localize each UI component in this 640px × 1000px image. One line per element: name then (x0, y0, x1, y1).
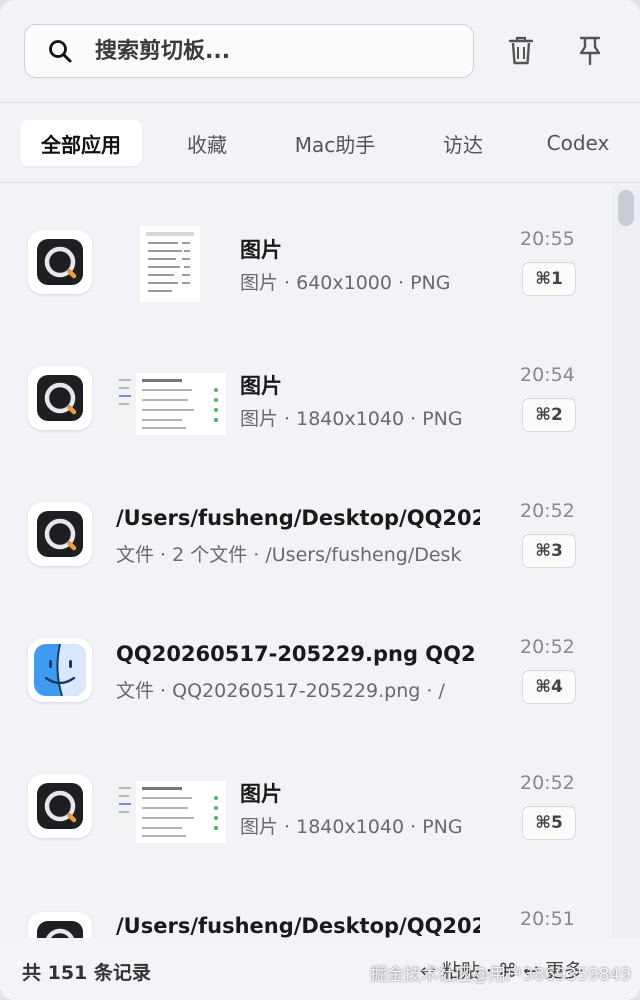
record-count: 共 151 条记录 (22, 962, 151, 984)
item-time: 20:55 (520, 228, 575, 250)
clipboard-list: 图片 图片 · 640x1000 · PNG 20:55 ⌘1 图片 图片 · … (0, 186, 610, 938)
watermark-text: 掘金技术社区@用户3869359849 (370, 965, 632, 985)
item-subtitle: 文件 · QQ20260517-205229.png · / (116, 680, 445, 702)
item-title: 图片 (240, 238, 282, 262)
clear-button[interactable] (505, 34, 537, 70)
shortcut-badge: ⌘1 (522, 262, 576, 296)
item-time: 20:52 (520, 500, 575, 522)
clipboard-panel: 全部应用 收藏 Mac助手 访达 Codex (0, 0, 640, 1000)
tab-favorites[interactable]: 收藏 (142, 120, 272, 166)
tab-codex[interactable]: Codex (528, 120, 628, 166)
search-icon (47, 38, 73, 64)
shortcut-badge: ⌘4 (522, 670, 576, 704)
item-subtitle: 图片 · 1840x1040 · PNG (240, 408, 463, 430)
scrollbar-thumb[interactable] (618, 190, 634, 226)
tab-finder[interactable]: 访达 (398, 120, 528, 166)
clipboard-item[interactable]: QQ20260517-205229.png QQ2 文件 · QQ2026051… (0, 604, 610, 740)
item-title: 图片 (240, 782, 282, 806)
item-title: 图片 (240, 374, 282, 398)
trash-icon (506, 34, 536, 70)
shortcut-badge: ⌘2 (522, 398, 576, 432)
item-title: QQ20260517-205229.png QQ2 (116, 642, 476, 666)
item-time: 20:51 (520, 908, 575, 930)
item-subtitle: 图片 · 640x1000 · PNG (240, 272, 451, 294)
clipboard-item[interactable]: 图片 图片 · 1840x1040 · PNG 20:54 ⌘2 (0, 332, 610, 468)
screenshot-thumbnail-wide (116, 366, 226, 442)
header-divider (0, 102, 640, 103)
item-title: /Users/fusheng/Desktop/QQ2026 (116, 506, 480, 530)
item-time: 20:52 (520, 636, 575, 658)
item-time: 20:54 (520, 364, 575, 386)
search-bar[interactable] (24, 24, 474, 78)
pin-icon (575, 34, 605, 70)
scrollbar-track[interactable] (612, 186, 640, 938)
tab-mac-assistant[interactable]: Mac助手 (272, 120, 398, 166)
shortcut-badge: ⌘5 (522, 806, 576, 840)
clipboard-item[interactable]: /Users/fusheng/Desktop/QQ2026 20:51 (0, 876, 610, 938)
finder-app-icon (28, 638, 92, 702)
qq-app-icon (28, 502, 92, 566)
shortcut-badge: ⌘3 (522, 534, 576, 568)
item-time: 20:52 (520, 772, 575, 794)
qq-app-icon (28, 230, 92, 294)
screenshot-thumbnail-portrait (140, 226, 200, 302)
clipboard-item[interactable]: 图片 图片 · 1840x1040 · PNG 20:52 ⌘5 (0, 740, 610, 876)
qq-app-icon (28, 912, 92, 938)
filter-tabs: 全部应用 收藏 Mac助手 访达 Codex (20, 120, 628, 166)
item-subtitle: 图片 · 1840x1040 · PNG (240, 816, 463, 838)
item-title: /Users/fusheng/Desktop/QQ2026 (116, 914, 480, 938)
clipboard-item[interactable]: /Users/fusheng/Desktop/QQ2026 文件 · 2 个文件… (0, 468, 610, 604)
screenshot-thumbnail-wide (116, 774, 226, 850)
tabs-divider (0, 182, 640, 183)
search-input[interactable] (93, 37, 457, 65)
qq-app-icon (28, 774, 92, 838)
pin-button[interactable] (574, 34, 606, 70)
item-subtitle: 文件 · 2 个文件 · /Users/fusheng/Desk (116, 544, 462, 566)
clipboard-item[interactable]: 图片 图片 · 640x1000 · PNG 20:55 ⌘1 (0, 196, 610, 332)
tab-all-apps[interactable]: 全部应用 (20, 120, 142, 166)
qq-app-icon (28, 366, 92, 430)
